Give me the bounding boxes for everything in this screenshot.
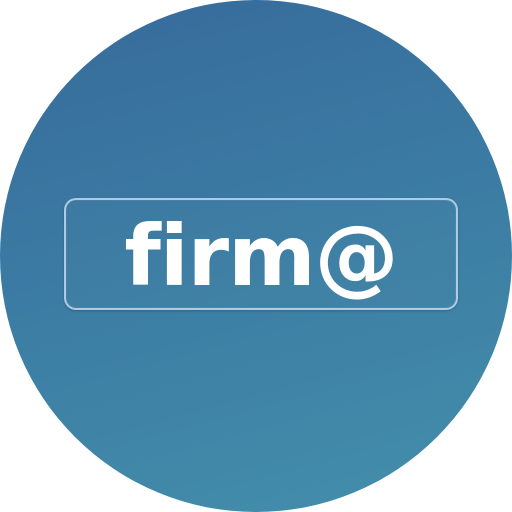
logo-wordmark: firm@ [124, 207, 398, 305]
logo-frame: firm@ [64, 198, 458, 310]
canvas: firm@ [0, 0, 512, 512]
app-logo-icon: firm@ [0, 0, 512, 512]
